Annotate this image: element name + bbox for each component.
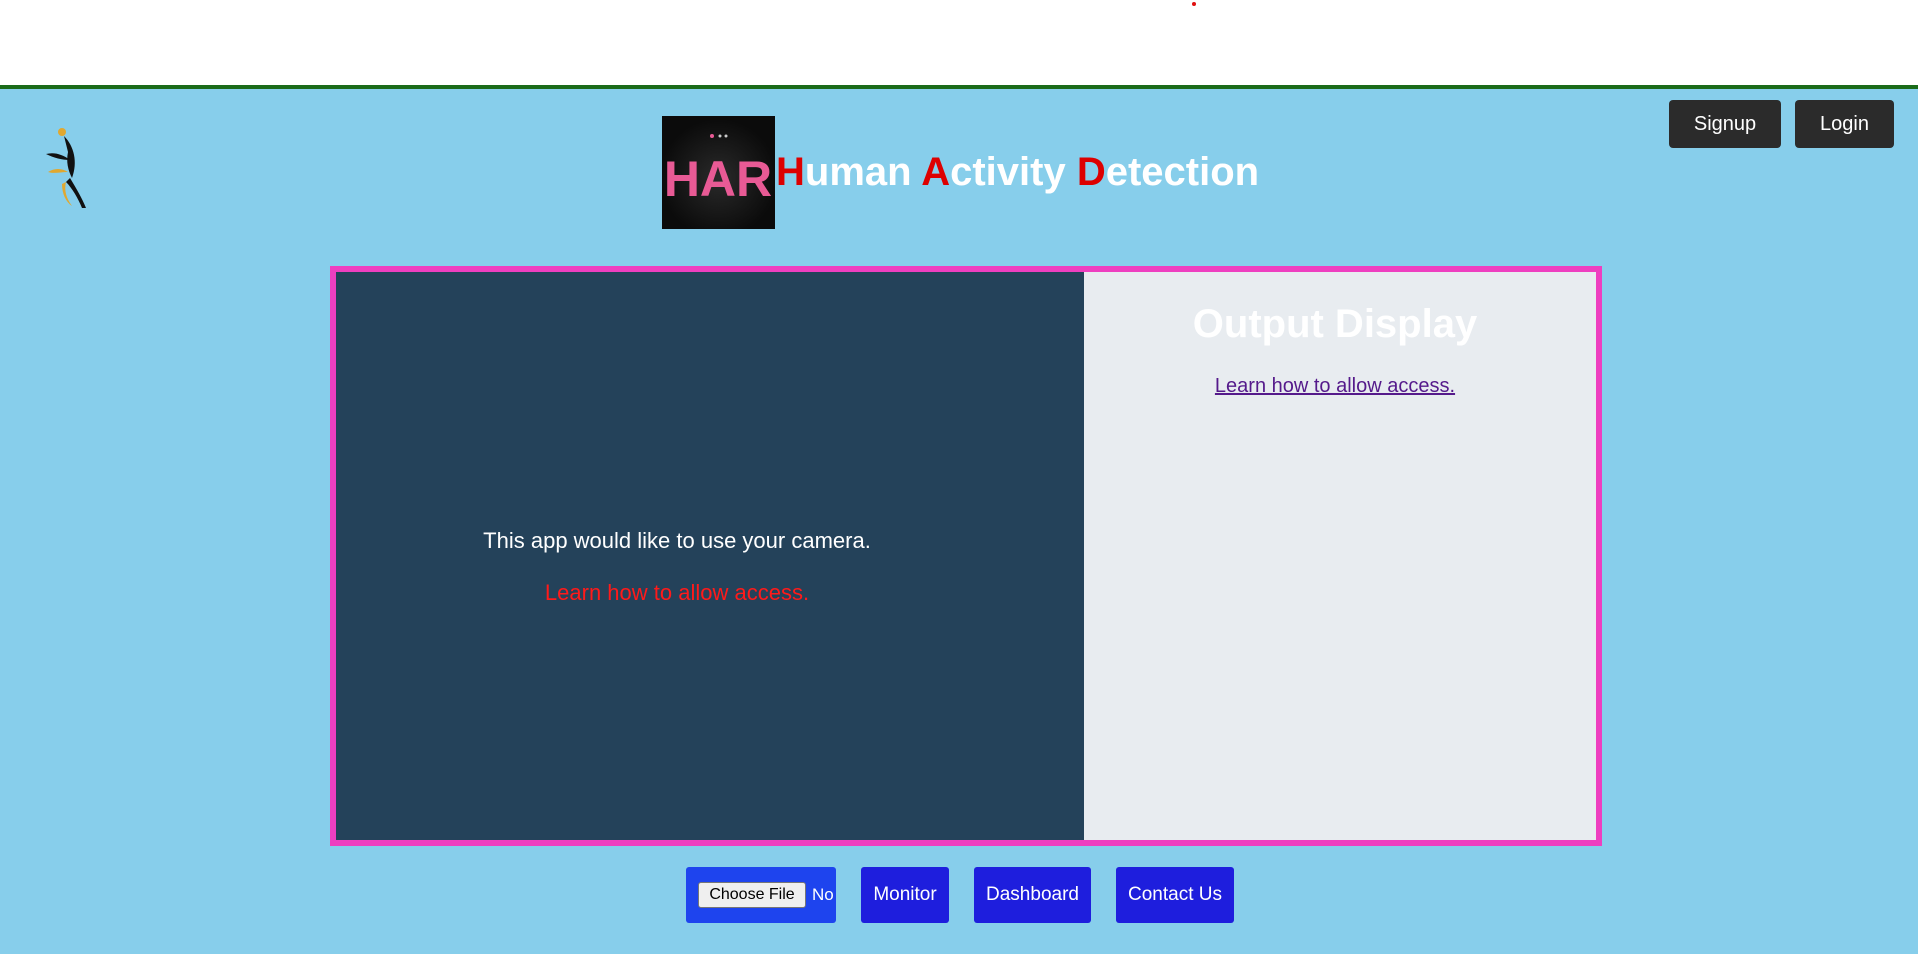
- output-allow-access-link[interactable]: Learn how to allow access.: [1084, 375, 1586, 398]
- top-bar: [0, 0, 1918, 89]
- contact-us-button[interactable]: Contact Us: [1116, 867, 1234, 923]
- har-logo-text: HAR: [664, 151, 772, 207]
- har-logo: HAR: [662, 116, 775, 229]
- main-frame: This app would like to use your camera. …: [330, 266, 1602, 846]
- file-status-text: No file chosen: [812, 885, 836, 904]
- choose-file-button[interactable]: Choose File: [698, 882, 806, 908]
- title-initial-a: A: [921, 150, 951, 194]
- page-title: Human Activity Detection: [776, 148, 1259, 196]
- login-button[interactable]: Login: [1795, 100, 1894, 148]
- dancer-logo-icon: [42, 122, 94, 212]
- title-word-activity: ctivity: [950, 150, 1077, 194]
- top-bar-dot: [1192, 2, 1196, 6]
- output-display-title: Output Display: [1192, 302, 1478, 346]
- camera-permission-message: This app would like to use your camera.: [483, 528, 871, 553]
- output-panel: Output Display Learn how to allow access…: [1084, 272, 1596, 840]
- title-word-detection: etection: [1105, 150, 1260, 194]
- file-upload[interactable]: Choose File No file chosen: [686, 867, 836, 923]
- signup-button[interactable]: Signup: [1669, 100, 1781, 148]
- title-initial-d: D: [1076, 150, 1106, 194]
- title-word-human: uman: [804, 150, 922, 194]
- title-initial-h: H: [776, 150, 805, 194]
- monitor-button[interactable]: Monitor: [861, 867, 949, 923]
- camera-panel: This app would like to use your camera. …: [336, 272, 1084, 840]
- camera-allow-access-link[interactable]: Learn how to allow access.: [336, 580, 1018, 606]
- dashboard-button[interactable]: Dashboard: [974, 867, 1091, 923]
